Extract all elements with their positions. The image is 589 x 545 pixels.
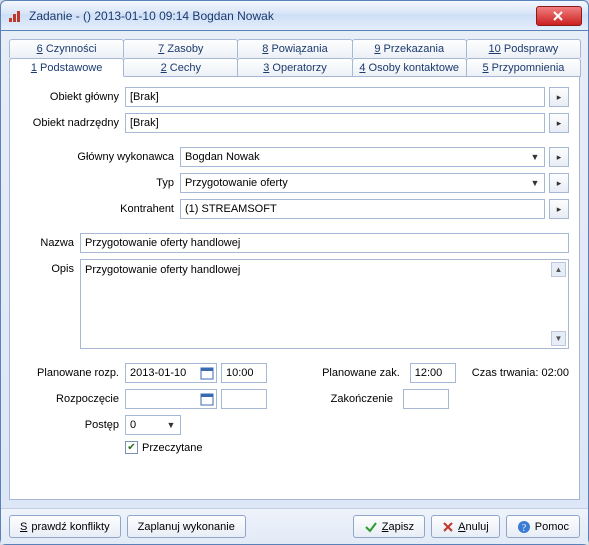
field-nazwa[interactable]: Przygotowanie oferty handlowej: [80, 233, 569, 253]
label-typ: Typ: [20, 177, 180, 189]
tab-cechy[interactable]: 2 Cechy: [123, 58, 238, 77]
tabs-row-bottom: 1 Podstawowe 2 Cechy 3 Operatorzy 4 Osob…: [9, 58, 580, 77]
combo-glowny-wykonawca[interactable]: Bogdan Nowak: [180, 147, 545, 167]
field-kontrahent[interactable]: (1) STREAMSOFT: [180, 199, 545, 219]
chevron-down-icon[interactable]: ▼: [163, 417, 179, 433]
date-rozpoczecie[interactable]: [125, 389, 217, 409]
tab-przekazania[interactable]: 9 Przekazania: [352, 39, 467, 58]
button-anuluj[interactable]: Anuluj: [431, 515, 500, 538]
lookup-obiekt-nadrzedny[interactable]: ▸: [549, 113, 569, 133]
lookup-kontrahent[interactable]: ▸: [549, 199, 569, 219]
label-glowny-wykonawca: Główny wykonawca: [20, 151, 180, 163]
time-rozpoczecie[interactable]: [221, 389, 267, 409]
close-button[interactable]: [536, 6, 582, 26]
label-obiekt-nadrzedny: Obiekt nadrzędny: [20, 117, 125, 129]
label-planowane-zak: Planowane zak.: [322, 367, 406, 379]
tab-operatorzy[interactable]: 3 Operatorzy: [237, 58, 352, 77]
date-planowane-rozp[interactable]: 2013-01-10: [125, 363, 217, 383]
textarea-opis[interactable]: Przygotowanie oferty handlowej ▲ ▼: [80, 259, 569, 349]
close-icon: [442, 521, 454, 533]
label-opis: Opis: [20, 259, 80, 275]
label-obiekt-glowny: Obiekt główny: [20, 91, 125, 103]
label-postep: Postęp: [20, 419, 125, 431]
tabs-row-top: 6 Czynności 7 Zasoby 8 Powiązania 9 Prze…: [9, 39, 580, 58]
time-zakonczenie[interactable]: [403, 389, 449, 409]
tab-powiazania[interactable]: 8 Powiązania: [237, 39, 352, 58]
scroll-down-icon[interactable]: ▼: [551, 331, 566, 346]
calendar-icon[interactable]: [200, 392, 214, 406]
scroll-up-icon[interactable]: ▲: [551, 262, 566, 277]
time-planowane-zak[interactable]: 12:00: [410, 363, 456, 383]
check-icon: [364, 520, 378, 534]
label-czas-trwania: Czas trwania: 02:00: [472, 367, 569, 379]
lookup-obiekt-glowny[interactable]: ▸: [549, 87, 569, 107]
tab-zasoby[interactable]: 7 Zasoby: [123, 39, 238, 58]
lookup-typ[interactable]: ▸: [549, 173, 569, 193]
task-window: Zadanie - () 2013-01-10 09:14 Bogdan Now…: [0, 0, 589, 545]
tab-osoby-kontaktowe[interactable]: 4 Osoby kontaktowe: [352, 58, 467, 77]
svg-text:?: ?: [522, 523, 527, 534]
calendar-icon[interactable]: [200, 366, 214, 380]
label-zakonczenie: Zakończenie: [331, 393, 399, 405]
chevron-down-icon[interactable]: ▼: [527, 175, 543, 191]
tab-podstawowe[interactable]: 1 Podstawowe: [9, 58, 124, 77]
field-obiekt-glowny[interactable]: [Brak]: [125, 87, 545, 107]
help-icon: ?: [517, 520, 531, 534]
check-icon: ✔: [125, 441, 138, 454]
combo-typ[interactable]: Przygotowanie oferty: [180, 173, 545, 193]
tab-czynnosci[interactable]: 6 Czynności: [9, 39, 124, 58]
chevron-down-icon[interactable]: ▼: [527, 149, 543, 165]
label-rozpoczecie: Rozpoczęcie: [20, 393, 125, 405]
tab-panel-podstawowe: Obiekt główny [Brak] ▸ Obiekt nadrzędny …: [9, 76, 580, 500]
time-planowane-rozp[interactable]: 10:00: [221, 363, 267, 383]
lookup-glowny-wykonawca[interactable]: ▸: [549, 147, 569, 167]
button-pomoc[interactable]: ? Pomoc: [506, 515, 580, 538]
window-title: Zadanie - () 2013-01-10 09:14 Bogdan Now…: [29, 9, 536, 23]
button-zapisz[interactable]: Zapisz: [353, 515, 425, 538]
tab-przypomnienia[interactable]: 5 Przypomnienia: [466, 58, 581, 77]
button-sprawdz-konflikty[interactable]: Sprawdź konflikty: [9, 515, 121, 538]
label-kontrahent: Kontrahent: [20, 203, 180, 215]
label-nazwa: Nazwa: [20, 237, 80, 249]
button-bar: Sprawdź konflikty Zaplanuj wykonanie Zap…: [1, 508, 588, 544]
client-area: 6 Czynności 7 Zasoby 8 Powiązania 9 Prze…: [1, 31, 588, 508]
label-planowane-rozp: Planowane rozp.: [20, 367, 125, 379]
checkbox-przeczytane[interactable]: ✔ Przeczytane: [125, 441, 203, 454]
field-obiekt-nadrzedny[interactable]: [Brak]: [125, 113, 545, 133]
app-icon: [7, 8, 23, 24]
titlebar[interactable]: Zadanie - () 2013-01-10 09:14 Bogdan Now…: [1, 1, 588, 31]
tab-podsprawy[interactable]: 10 Podsprawy: [466, 39, 581, 58]
button-zaplanuj-wykonanie[interactable]: Zaplanuj wykonanie: [127, 515, 246, 538]
